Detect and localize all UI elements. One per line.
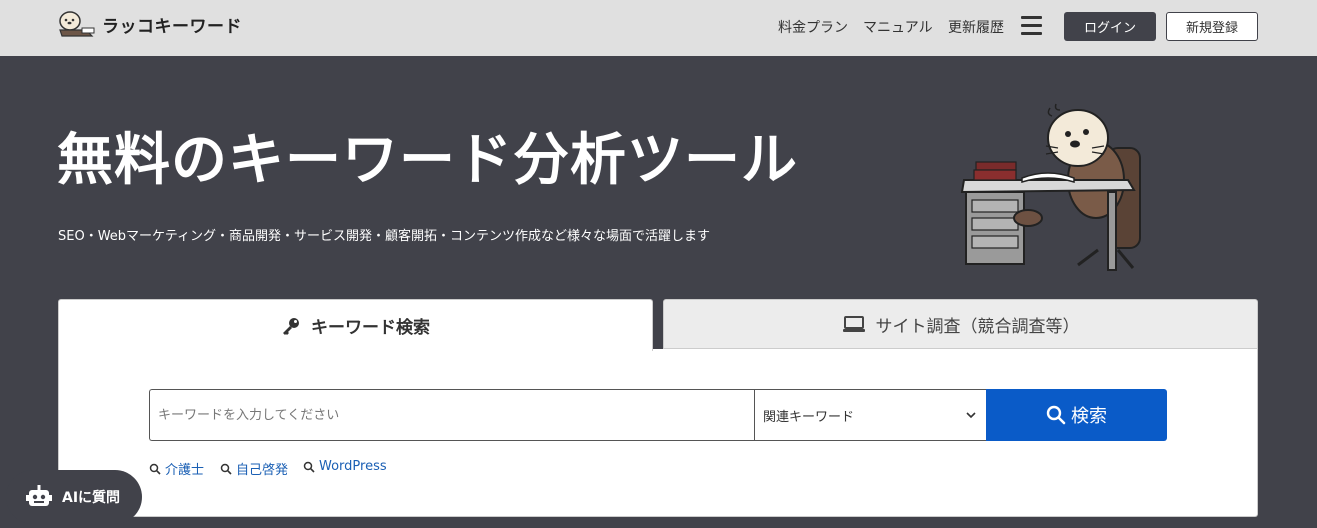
suggestion-label: 介護士	[165, 463, 205, 478]
suggestion-label: 自己啓発	[236, 463, 289, 478]
ai-question-button[interactable]: AIに質問	[6, 470, 142, 524]
robot-icon	[26, 485, 52, 506]
signup-button[interactable]: 新規登録	[1166, 12, 1258, 41]
suggestion-label: WordPress	[319, 459, 387, 474]
search-icon	[220, 463, 232, 475]
otter-logo-icon	[59, 11, 95, 37]
search-icon	[303, 461, 315, 473]
suggestion-link[interactable]: 自己啓発	[220, 459, 288, 478]
search-icon	[1046, 405, 1066, 425]
laptop-icon	[842, 315, 866, 333]
search-button[interactable]: 検索	[986, 389, 1167, 441]
tab-label: キーワード検索	[311, 318, 430, 338]
keyword-search-input[interactable]	[149, 389, 755, 441]
nav-manual[interactable]: マニュアル	[863, 17, 933, 37]
page-title: 無料のキーワード分析ツール	[57, 128, 798, 193]
nav-changelog[interactable]: 更新履歴	[948, 17, 1004, 37]
key-icon	[281, 316, 301, 336]
suggestion-link[interactable]: 介護士	[149, 459, 204, 478]
tab-label: サイト調査（競合調査等）	[875, 316, 1080, 337]
ai-button-label: AIに質問	[62, 490, 121, 506]
nav-pricing[interactable]: 料金プラン	[778, 17, 848, 37]
search-icon	[149, 463, 161, 475]
chevron-down-icon	[966, 412, 976, 419]
hero-subtitle: SEO・Webマーケティング・商品開発・サービス開発・顧客開拓・コンテンツ作成な…	[58, 229, 711, 244]
search-type-select[interactable]: 関連キーワード	[754, 389, 987, 441]
select-value: 関連キーワード	[763, 409, 855, 425]
login-button[interactable]: ログイン	[1064, 12, 1156, 41]
tab-site-research[interactable]: サイト調査（競合調査等）	[663, 299, 1258, 349]
search-button-label: 検索	[1071, 406, 1107, 427]
otter-at-desk-illustration	[960, 103, 1141, 271]
menu-icon[interactable]	[1021, 16, 1042, 36]
tab-keyword-search[interactable]: キーワード検索	[58, 299, 653, 351]
top-header: ラッコキーワード 料金プラン マニュアル 更新履歴 ログイン 新規登録	[0, 0, 1317, 56]
logo-text: ラッコキーワード	[102, 16, 242, 37]
logo[interactable]: ラッコキーワード	[56, 8, 242, 40]
suggestion-link[interactable]: WordPress	[303, 459, 387, 474]
